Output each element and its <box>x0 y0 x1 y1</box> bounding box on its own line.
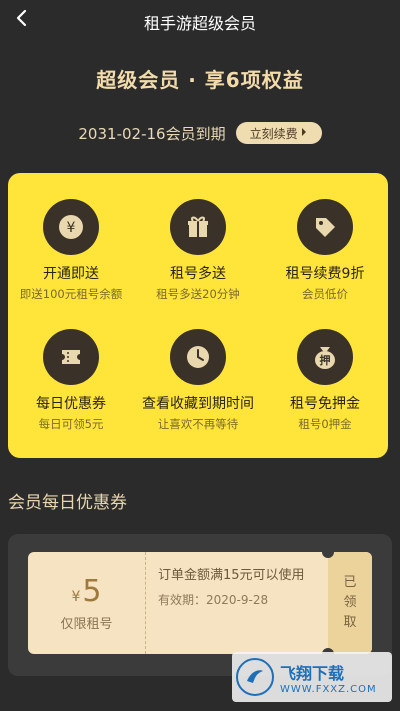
benefit-subtitle: 每日可领5元 <box>38 417 104 431</box>
benefit-title: 租号续费9折 <box>285 266 365 282</box>
benefit-item[interactable]: 押 租号免押金 租号0押金 <box>262 329 388 432</box>
coupon-status: 已领取 <box>343 575 357 630</box>
benefit-title: 租号免押金 <box>290 396 360 412</box>
gift-icon <box>170 199 226 255</box>
benefit-title: 租号多送 <box>170 266 226 282</box>
clock-icon <box>170 329 226 385</box>
benefit-subtitle: 租号0押金 <box>298 417 352 431</box>
benefit-subtitle: 租号多送20分钟 <box>156 287 240 301</box>
ticket-icon <box>43 329 99 385</box>
renew-button-label: 立刻续费 <box>249 126 298 141</box>
svg-text:¥: ¥ <box>67 220 76 236</box>
coupon-card[interactable]: ¥ 5 仅限租号 订单金额满15元可以使用 有效期：2020-9-28 已领取 <box>28 552 372 654</box>
deposit-bag-icon: 押 <box>297 329 353 385</box>
benefit-item[interactable]: 租号多送 租号多送20分钟 <box>135 199 261 302</box>
caret-right-icon <box>300 126 308 140</box>
benefit-item[interactable]: ¥ 开通即送 即送100元租号余额 <box>8 199 134 302</box>
section-title-daily-coupon: 会员每日优惠券 <box>8 493 127 513</box>
coupon-value-block: ¥ 5 仅限租号 <box>28 552 146 654</box>
page-title: 租手游超级会员 <box>143 14 256 33</box>
membership-expiry-row: 2031-02-16会员到期 立刻续费 <box>0 120 400 146</box>
benefits-panel: ¥ 开通即送 即送100元租号余额 租号多送 租号多送20分钟 租号续费9折 会… <box>8 173 388 458</box>
benefit-subtitle: 会员低价 <box>302 287 348 301</box>
benefit-title: 每日优惠券 <box>36 396 106 412</box>
coupon-currency: ¥ <box>71 589 81 605</box>
expiry-text: 2031-02-16会员到期 <box>78 124 226 143</box>
tag-icon <box>297 199 353 255</box>
benefit-item[interactable]: 租号续费9折 会员低价 <box>262 199 388 302</box>
back-button[interactable] <box>8 6 36 34</box>
benefit-item[interactable]: 查看收藏到期时间 让喜欢不再等待 <box>135 329 261 432</box>
yen-icon: ¥ <box>43 199 99 255</box>
coupon-condition: 订单金额满15元可以使用 <box>158 568 305 583</box>
top-bar: 租手游超级会员 <box>0 0 400 44</box>
watermark-logo-icon <box>236 658 274 696</box>
benefit-subtitle: 即送100元租号余额 <box>19 287 123 301</box>
watermark-title: 飞翔下载 <box>280 663 345 683</box>
watermark-url: WWW.FXXZ.COM <box>280 683 377 695</box>
renew-button[interactable]: 立刻续费 <box>235 122 322 144</box>
watermark: 飞翔下载 WWW.FXXZ.COM <box>232 652 392 702</box>
coupon-scope: 仅限租号 <box>60 617 113 632</box>
deposit-bag-text: 押 <box>320 353 331 367</box>
chevron-left-icon <box>14 9 30 31</box>
benefit-title: 开通即送 <box>43 266 99 282</box>
watermark-text: 飞翔下载 WWW.FXXZ.COM <box>280 660 377 695</box>
hero-title: 超级会员 · 享6项权益 <box>96 68 304 92</box>
coupon-details: 订单金额满15元可以使用 有效期：2020-9-28 <box>158 566 328 608</box>
benefit-item[interactable]: 每日优惠券 每日可领5元 <box>8 329 134 432</box>
benefit-title: 查看收藏到期时间 <box>142 396 254 412</box>
coupon-price: ¥ 5 <box>71 574 101 609</box>
benefit-subtitle: 让喜欢不再等待 <box>157 417 239 431</box>
coupon-status-button[interactable]: 已领取 <box>328 552 372 654</box>
coupon-amount: 5 <box>82 574 102 609</box>
coupon-validity: 有效期：2020-9-28 <box>158 593 269 607</box>
